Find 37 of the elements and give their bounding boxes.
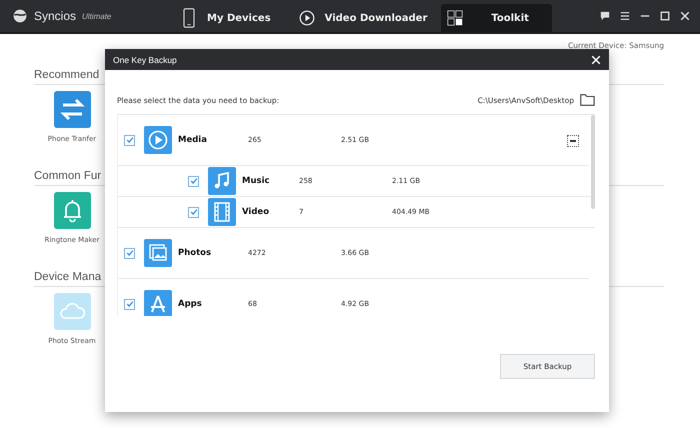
chat-icon[interactable] [600,11,610,21]
item-name: Music [242,176,271,186]
collapse-toggle[interactable] [567,135,579,147]
dialog-title: One Key Backup [113,54,177,64]
nav-tab[interactable]: My Devices [167,4,285,32]
checkbox[interactable] [124,134,135,146]
play-icon [144,126,172,154]
close-icon[interactable] [680,11,690,21]
checkbox[interactable] [188,176,199,186]
item-name: Media [178,135,208,145]
film-icon [208,198,236,226]
folder-icon[interactable] [580,94,595,106]
phone-icon [181,8,197,28]
section-heading: Common Fur [34,170,102,182]
music-note-icon [208,167,236,195]
play-icon [298,8,315,28]
photos-icon [144,239,172,267]
app-store-icon [144,290,172,316]
grid-icon [447,8,464,28]
maximize-icon[interactable] [660,11,670,21]
section-heading: Device Mana [34,271,102,283]
logo-icon [12,8,28,24]
item-name: Apps [178,299,203,309]
arrows-icon[interactable] [54,91,90,128]
section-heading: Recommend [34,69,100,81]
checkbox[interactable] [124,298,135,310]
nav-tab[interactable]: Video Downloader [284,4,442,32]
item-name: Photos [178,248,212,258]
app-name: Syncios [34,9,76,23]
app-edition: Ultimate [82,12,112,20]
nav-tab[interactable]: Toolkit [441,4,552,32]
scrollbar[interactable] [591,115,595,209]
checkbox[interactable] [188,206,199,218]
item-name: Video [242,207,270,217]
menu-icon[interactable] [620,11,630,21]
checkbox[interactable] [124,248,135,258]
bell-icon[interactable] [54,192,90,229]
